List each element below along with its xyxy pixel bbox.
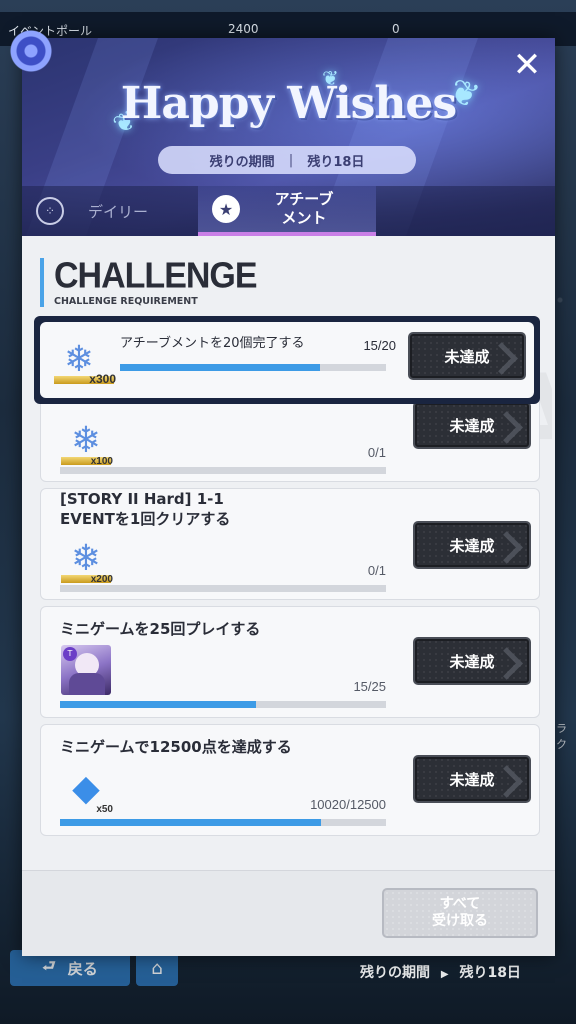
progress-fill — [60, 701, 256, 708]
progress-text: 15/25 — [353, 679, 386, 694]
mission-title: ミニゲームで12500点を達成する — [60, 738, 292, 756]
progress-text: 15/20 — [363, 338, 396, 353]
challenge-subtitle: CHALLENGE REQUIREMENT — [54, 296, 198, 307]
claim-all-label: 受け取る — [432, 913, 488, 929]
progress-fill — [120, 364, 320, 371]
close-icon: ✕ — [512, 45, 542, 85]
mission-title: ミニゲームを25回プレイする — [60, 620, 261, 638]
background-side-label: ラク — [556, 722, 567, 751]
mission-title: [STORY II Hard] 1-1 EVENTを1回クリアする — [60, 489, 230, 529]
reward-item[interactable]: ❄ x300 — [54, 334, 116, 386]
progress-text: 0/1 — [367, 445, 386, 460]
period-label: 残りの期間 — [209, 154, 275, 170]
progress-fill — [60, 819, 322, 826]
period-value: 残り18日 — [307, 154, 365, 170]
reward-quantity: x50 — [96, 804, 113, 815]
status-button[interactable]: 未達成 — [413, 637, 531, 685]
background-remaining-label: 残りの期間 — [360, 965, 430, 981]
star-icon: ★ — [212, 195, 240, 223]
back-label: 戻る — [67, 959, 98, 978]
status-button[interactable]: 未達成 — [413, 755, 531, 803]
mission-title-line: EVENTを1回クリアする — [60, 510, 231, 528]
tab-daily-label: デイリー — [88, 202, 149, 221]
status-button[interactable]: 未達成 — [408, 332, 526, 380]
home-icon: ⌂ — [151, 957, 163, 979]
status-button[interactable]: 未達成 — [413, 401, 531, 449]
mission-card: [STORY II Hard] 1-1 EVENTを1回クリアする ❄ x200… — [40, 488, 540, 600]
challenge-title: CHALLENGE — [54, 256, 258, 296]
highlighted-mission-card: ❄ x300 アチーブメントを20個完了する 15/20 未達成 — [34, 316, 540, 404]
progress-text: 10020/12500 — [310, 797, 386, 812]
background-remaining: 残りの期間 ▶ 残り18日 — [360, 962, 521, 982]
tab-bar: ⁘ デイリー ★ アチーブ メント — [22, 186, 555, 236]
tab-achievement-label: アチーブ メント — [274, 190, 334, 227]
reward-item[interactable]: ❄ x200 — [61, 533, 113, 585]
tab-daily[interactable]: ⁘ デイリー — [36, 194, 148, 228]
reward-item[interactable]: T — [61, 645, 111, 695]
reward-item[interactable]: ❄ x100 — [61, 415, 113, 467]
event-title: Happy Wishes — [120, 78, 457, 129]
background-counter: 2400 — [228, 22, 259, 36]
daily-icon: ⁘ — [36, 197, 64, 225]
progress-bar — [60, 585, 386, 592]
progress-bar — [60, 701, 386, 708]
background-counter-2: 0 — [392, 22, 400, 36]
progress-bar — [60, 819, 386, 826]
mission-card: ミニゲームを25回プレイする T 15/25 未達成 — [40, 606, 540, 718]
progress-bar — [120, 364, 386, 371]
period-separator: | — [288, 152, 294, 168]
event-banner: ❦ ❦ ❦ Happy Wishes 残りの期間 | 残り18日 ⁘ デイリー … — [22, 38, 555, 236]
event-dialog: ❦ ❦ ❦ Happy Wishes 残りの期間 | 残り18日 ⁘ デイリー … — [22, 38, 555, 956]
reward-item[interactable]: ◆ x50 — [61, 763, 113, 816]
tab-achievement[interactable]: ★ アチーブ メント — [198, 186, 376, 236]
reward-quantity: x100 — [90, 456, 113, 467]
period-pill: 残りの期間 | 残り18日 — [158, 146, 416, 174]
background-remaining-value: 残り18日 — [459, 965, 521, 981]
mission-card: ミニゲームで12500点を達成する ◆ x50 10020/12500 未達成 — [40, 724, 540, 836]
rank-badge-icon: T — [63, 647, 77, 661]
reward-quantity: x200 — [90, 574, 113, 585]
reward-quantity: x300 — [89, 372, 116, 386]
progress-bar — [60, 467, 386, 474]
mission-title-line: [STORY II Hard] 1-1 — [60, 490, 224, 508]
challenge-header: CHALLENGE CHALLENGE REQUIREMENT — [40, 256, 258, 307]
claim-all-button[interactable]: すべて 受け取る — [382, 888, 538, 938]
claim-all-label: すべて — [439, 896, 481, 912]
status-button[interactable]: 未達成 — [413, 521, 531, 569]
back-arrow-icon: ⮐ — [42, 956, 56, 975]
progress-text: 0/1 — [367, 563, 386, 578]
play-arrow-icon: ▶ — [440, 969, 449, 980]
close-button[interactable]: ✕ — [510, 48, 544, 84]
